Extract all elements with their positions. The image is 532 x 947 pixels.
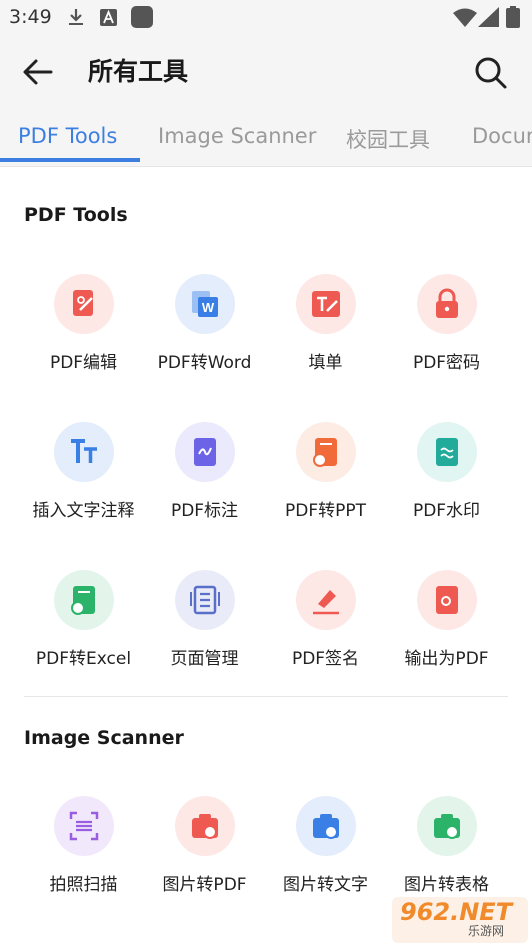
tool-label: PDF编辑 (49, 353, 118, 373)
tool-label: 页面管理 (170, 649, 239, 669)
tool-item[interactable]: 图片转表格 (386, 796, 507, 906)
arrow-left-icon (23, 59, 53, 85)
tool-item[interactable]: PDF转PPT (265, 422, 386, 532)
back-button[interactable] (20, 54, 56, 90)
scan-icon (54, 796, 114, 856)
tool-item[interactable]: PDF编辑 (23, 274, 144, 384)
tab-image-scanner[interactable]: Image Scanner (158, 124, 316, 148)
app-notification-icon (100, 9, 117, 30)
tool-item[interactable]: 填单 (265, 274, 386, 384)
status-bar: 3:49 (0, 0, 532, 34)
tool-label: 图片转表格 (404, 875, 489, 895)
image-to-text-icon (296, 796, 356, 856)
tool-item[interactable]: W PDF转Word (144, 274, 265, 384)
tool-item[interactable]: 输出为PDF (386, 570, 507, 680)
tool-item[interactable]: 插入文字注释 (23, 422, 144, 532)
tool-label: PDF密码 (412, 353, 481, 373)
battery-icon (506, 6, 520, 32)
site-watermark: 962.NET 乐游网 (392, 897, 528, 943)
tool-label: 拍照扫描 (49, 875, 118, 895)
tool-label: PDF转Excel (35, 649, 132, 669)
section-title-pdf-tools: PDF Tools (24, 204, 128, 226)
tab-documents[interactable]: Docum (472, 124, 532, 148)
tool-item[interactable]: PDF签名 (265, 570, 386, 680)
watermark-subtext: 乐游网 (468, 924, 505, 938)
pdf-edit-icon (54, 274, 114, 334)
image-to-table-icon (417, 796, 477, 856)
page-manage-icon (175, 570, 235, 630)
tool-item[interactable]: 图片转文字 (265, 796, 386, 906)
lock-icon (417, 274, 477, 334)
tool-item[interactable]: PDF转Excel (23, 570, 144, 680)
tool-label: 插入文字注释 (32, 501, 135, 521)
pdf-to-excel-icon (54, 570, 114, 630)
tool-item[interactable]: 图片转PDF (144, 796, 265, 906)
fill-form-icon (296, 274, 356, 334)
search-icon (475, 57, 507, 89)
download-icon (66, 7, 86, 31)
tool-label: 图片转文字 (283, 875, 368, 895)
notification-square-icon (131, 6, 153, 32)
tool-item[interactable]: PDF标注 (144, 422, 265, 532)
text-annotation-icon (54, 422, 114, 482)
tool-item[interactable]: 页面管理 (144, 570, 265, 680)
section-title-image-scanner: Image Scanner (24, 727, 184, 749)
tool-label: 图片转PDF (162, 875, 247, 895)
pdf-to-ppt-icon (296, 422, 356, 482)
page-title: 所有工具 (88, 57, 189, 86)
tool-item[interactable]: 拍照扫描 (23, 796, 144, 906)
watermark-icon (417, 422, 477, 482)
svg-text:W: W (202, 300, 215, 315)
tool-item[interactable]: PDF水印 (386, 422, 507, 532)
pdf-to-word-icon: W (175, 274, 235, 334)
annotate-icon (175, 422, 235, 482)
tool-label: PDF签名 (291, 649, 360, 669)
signature-icon (296, 570, 356, 630)
tool-item[interactable]: PDF密码 (386, 274, 507, 384)
tool-label: PDF转Word (157, 353, 252, 373)
tab-pdf-tools[interactable]: PDF Tools (18, 124, 117, 148)
image-to-pdf-icon (175, 796, 235, 856)
tool-label: 填单 (308, 353, 343, 373)
app-bar: 所有工具 (0, 34, 532, 106)
tab-indicator (0, 158, 140, 162)
tool-label: PDF转PPT (284, 501, 366, 521)
tool-label: 输出为PDF (404, 649, 489, 669)
export-pdf-icon (417, 570, 477, 630)
wifi-icon (452, 8, 478, 32)
tool-label: PDF水印 (412, 501, 481, 521)
status-time: 3:49 (9, 6, 52, 28)
tab-campus-tools[interactable]: 校园工具 (346, 124, 430, 154)
search-button[interactable] (472, 54, 508, 90)
tool-label: PDF标注 (170, 501, 239, 521)
section-divider (24, 696, 508, 697)
signal-icon (478, 7, 500, 31)
